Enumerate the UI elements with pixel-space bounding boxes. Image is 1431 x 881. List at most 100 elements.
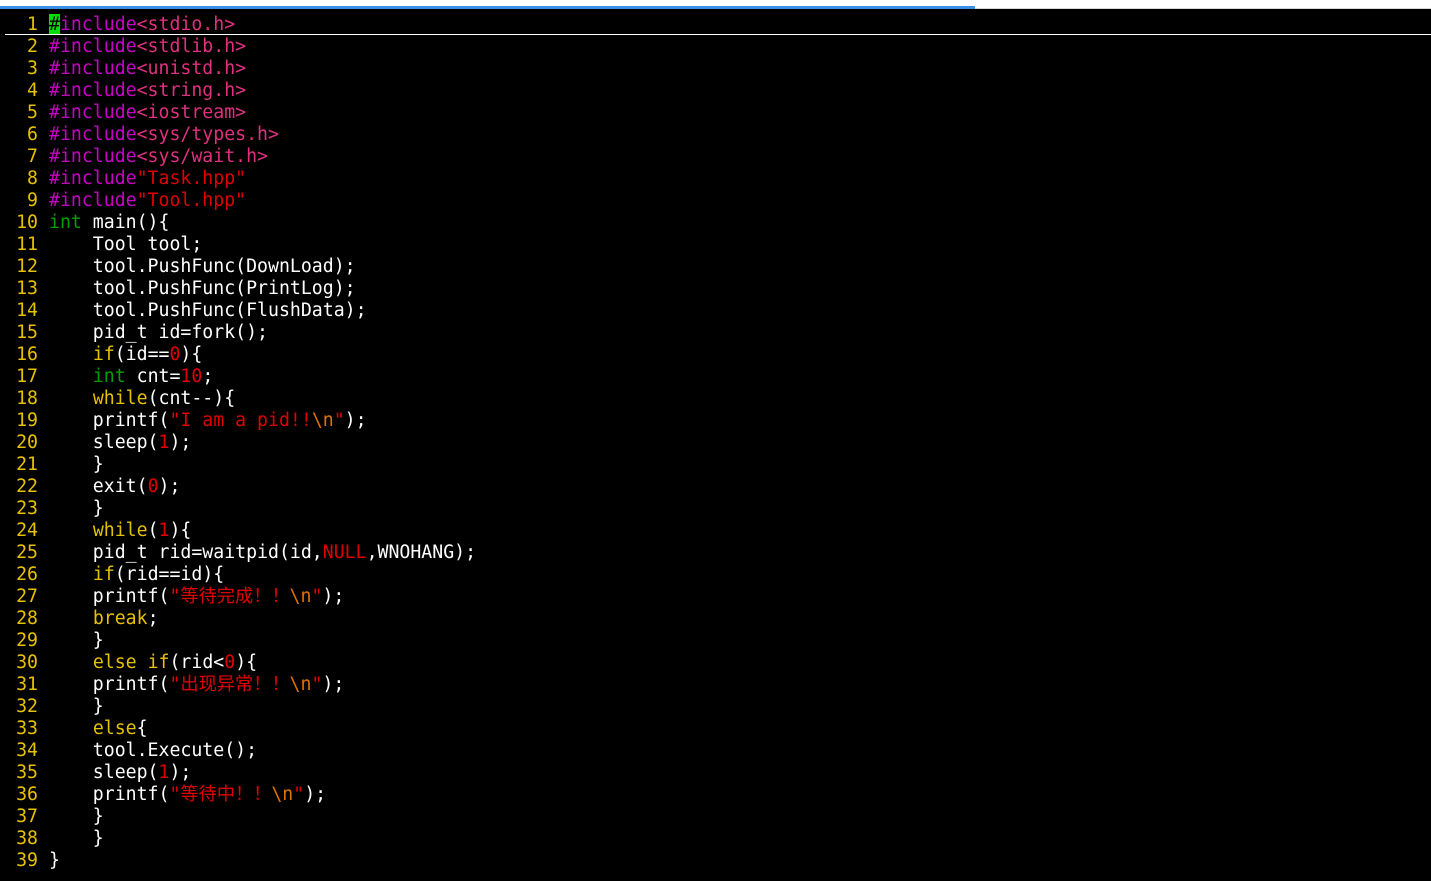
code-text[interactable]: sleep(1); [49,432,192,453]
code-text[interactable]: else if(rid<0){ [49,652,257,673]
code-line[interactable]: 12 tool.PushFunc(DownLoad); [0,256,1431,278]
code-text[interactable]: tool.PushFunc(DownLoad); [49,256,356,277]
code-text[interactable]: #include<unistd.h> [49,58,246,79]
code-line[interactable]: 32 } [0,696,1431,718]
code-token: #include [49,168,137,189]
code-line[interactable]: 14 tool.PushFunc(FlushData); [0,300,1431,322]
line-number: 37 [16,806,38,827]
code-text[interactable]: } [49,498,104,519]
code-line[interactable]: 9 #include"Tool.hpp" [0,190,1431,212]
code-text[interactable]: #include<iostream> [49,102,246,123]
code-line[interactable]: 35 sleep(1); [0,762,1431,784]
code-line[interactable]: 26 if(rid==id){ [0,564,1431,586]
code-line[interactable]: 6 #include<sys/types.h> [0,124,1431,146]
code-text[interactable]: } [49,696,104,717]
code-text[interactable]: printf("I am a pid!!\n"); [49,410,367,431]
code-line[interactable]: 18 while(cnt--){ [0,388,1431,410]
code-token: <iostream> [136,102,247,123]
code-line[interactable]: 36 printf("等待中！！\n"); [0,784,1431,806]
code-line[interactable]: 39} [0,850,1431,872]
code-line[interactable]: 33 else{ [0,718,1431,740]
code-line[interactable]: 23 } [0,498,1431,520]
code-text[interactable]: } [49,850,60,871]
code-text[interactable]: tool.PushFunc(FlushData); [49,300,367,321]
code-text[interactable]: printf("出现异常！！\n"); [49,674,345,695]
code-text[interactable]: #include<sys/types.h> [49,124,279,145]
code-line[interactable]: 7 #include<sys/wait.h> [0,146,1431,168]
code-token: ); [158,476,181,497]
code-text[interactable]: } [49,806,104,827]
code-text[interactable]: } [49,454,104,475]
code-text[interactable]: tool.PushFunc(PrintLog); [49,278,356,299]
code-token: include [59,14,137,35]
code-text[interactable]: if(rid==id){ [49,564,224,585]
code-line[interactable]: 29 } [0,630,1431,652]
code-text[interactable]: #include<string.h> [49,80,246,101]
code-line[interactable]: 13 tool.PushFunc(PrintLog); [0,278,1431,300]
code-token: printf( [49,674,170,695]
code-line[interactable]: 24 while(1){ [0,520,1431,542]
code-line[interactable]: 15 pid_t id=fork(); [0,322,1431,344]
code-text[interactable]: while(1){ [49,520,192,541]
code-line[interactable]: 20 sleep(1); [0,432,1431,454]
code-token: while [92,388,148,409]
code-line[interactable]: 19 printf("I am a pid!!\n"); [0,410,1431,432]
code-line[interactable]: 37 } [0,806,1431,828]
code-text[interactable]: pid_t rid=waitpid(id,NULL,WNOHANG); [49,542,476,563]
code-editor[interactable]: 1 #include<stdio.h> 2 #include<stdlib.h> 3 #i… [0,14,1431,881]
code-line[interactable]: 5 #include<iostream> [0,102,1431,124]
code-line[interactable]: 3 #include<unistd.h> [0,58,1431,80]
code-line[interactable]: 27 printf("等待完成！！\n"); [0,586,1431,608]
code-line[interactable]: 4 #include<string.h> [0,80,1431,102]
code-text[interactable]: int main(){ [49,212,169,233]
code-token: } [49,498,104,519]
line-number: 19 [16,410,38,431]
line-number: 26 [16,564,38,585]
code-line[interactable]: 1 #include<stdio.h> [0,14,1431,36]
code-line[interactable]: 28 break; [0,608,1431,630]
code-text[interactable]: #include"Task.hpp" [49,168,246,189]
code-line[interactable]: 2 #include<stdlib.h> [0,36,1431,58]
code-text[interactable]: Tool tool; [49,234,203,255]
code-token: #include [49,124,137,145]
code-token: if [92,344,115,365]
code-token: printf( [49,586,170,607]
code-token: #include [49,36,137,57]
code-text[interactable]: #include<stdio.h> [49,14,235,35]
code-text[interactable]: printf("等待中！！\n"); [49,784,326,805]
code-line[interactable]: 30 else if(rid<0){ [0,652,1431,674]
code-line[interactable]: 16 if(id==0){ [0,344,1431,366]
code-text[interactable]: #include"Tool.hpp" [49,190,246,211]
code-line[interactable]: 8 #include"Task.hpp" [0,168,1431,190]
code-line[interactable]: 25 pid_t rid=waitpid(id,NULL,WNOHANG); [0,542,1431,564]
line-number: 33 [16,718,38,739]
code-text[interactable]: } [49,630,104,651]
code-token: NULL [322,542,367,563]
code-text[interactable]: pid_t id=fork(); [49,322,268,343]
code-text[interactable]: #include<stdlib.h> [49,36,246,57]
code-line[interactable]: 11 Tool tool; [0,234,1431,256]
code-line[interactable]: 31 printf("出现异常！！\n"); [0,674,1431,696]
code-text[interactable]: printf("等待完成！！\n"); [49,586,345,607]
code-text[interactable]: break; [49,608,159,629]
code-token: 1 [158,762,170,783]
code-text[interactable]: while(cnt--){ [49,388,235,409]
code-text[interactable]: exit(0); [49,476,181,497]
code-text[interactable]: int cnt=10; [49,366,213,387]
code-line[interactable]: 17 int cnt=10; [0,366,1431,388]
code-token: Tool tool; [49,234,203,255]
code-text[interactable]: } [49,828,104,849]
code-text[interactable]: else{ [49,718,148,739]
code-line[interactable]: 10 int main(){ [0,212,1431,234]
code-line[interactable]: 21 } [0,454,1431,476]
code-line[interactable]: 22 exit(0); [0,476,1431,498]
code-text[interactable]: sleep(1); [49,762,192,783]
code-line[interactable]: 38 } [0,828,1431,850]
code-text[interactable]: #include<sys/wait.h> [49,146,268,167]
code-text[interactable]: if(id==0){ [49,344,203,365]
code-text[interactable]: tool.Execute(); [49,740,257,761]
code-line[interactable]: 34 tool.Execute(); [0,740,1431,762]
